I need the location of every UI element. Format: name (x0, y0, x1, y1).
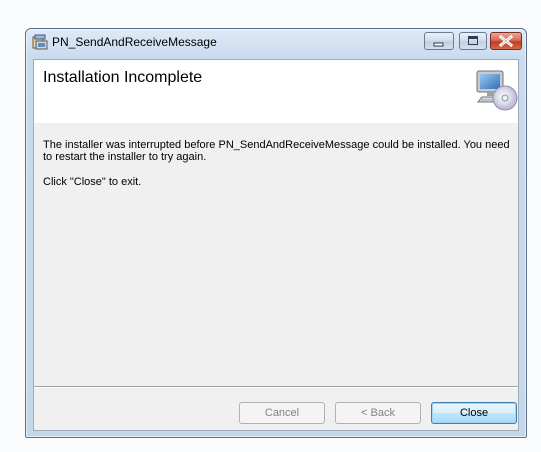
footer-divider-highlight (34, 387, 518, 388)
minimize-icon (433, 42, 444, 47)
close-icon (498, 34, 514, 48)
window-title: PN_SendAndReceiveMessage (52, 35, 217, 49)
close-button[interactable]: Close (431, 402, 517, 424)
installer-window: PN_SendAndReceiveMessage Installation In… (25, 28, 527, 438)
computer-cd-icon (476, 70, 518, 111)
page-title: Installation Incomplete (43, 69, 203, 86)
minimize-button[interactable] (424, 32, 454, 50)
close-window-button[interactable] (490, 32, 522, 50)
back-button[interactable]: < Back (335, 402, 421, 424)
installer-content: Installation Incomplete The installer wa… (33, 59, 519, 431)
banner-divider (34, 122, 518, 123)
title-bar[interactable]: PN_SendAndReceiveMessage (26, 29, 526, 55)
interruption-message: The installer was interrupted before PN_… (43, 139, 510, 163)
maximize-button[interactable] (459, 32, 487, 50)
exit-instruction: Click "Close" to exit. (43, 176, 142, 188)
cancel-button[interactable]: Cancel (239, 402, 325, 424)
header-banner: Installation Incomplete (34, 60, 518, 123)
maximize-icon (468, 36, 478, 45)
installer-app-icon (32, 34, 48, 50)
